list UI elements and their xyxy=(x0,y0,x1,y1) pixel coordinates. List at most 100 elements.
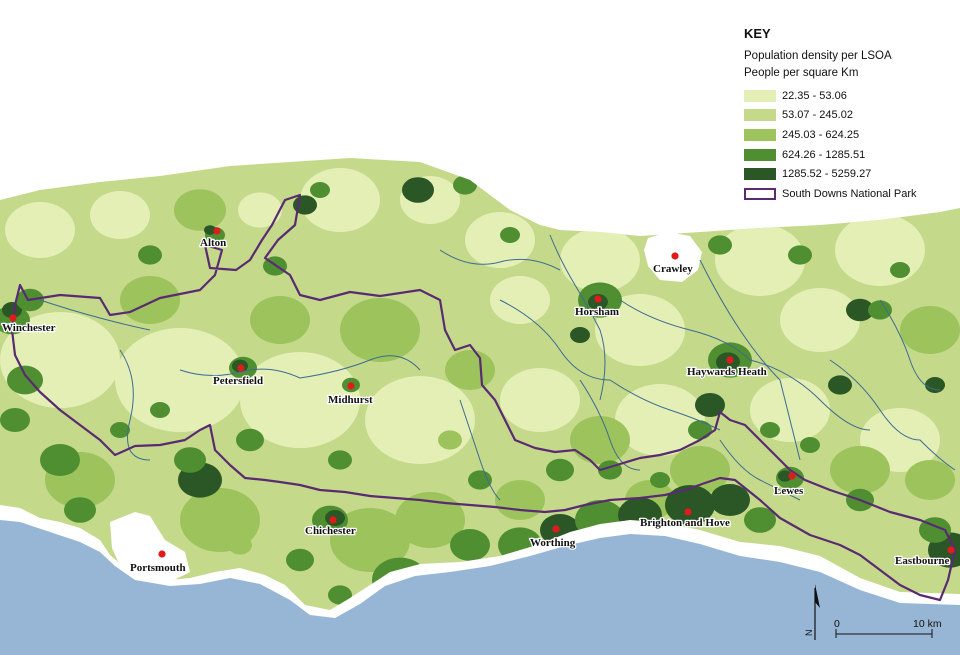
density-patch xyxy=(570,327,590,343)
town-marker xyxy=(726,356,734,364)
density-patch xyxy=(120,276,180,324)
density-patch xyxy=(310,182,330,198)
density-patch xyxy=(5,202,75,258)
density-patch xyxy=(286,548,314,572)
density-patch xyxy=(236,428,264,452)
legend-class-label: 624.26 - 1285.51 xyxy=(782,148,866,161)
density-patch xyxy=(890,262,910,278)
density-patch xyxy=(546,458,574,482)
density-patch xyxy=(250,296,310,344)
legend-swatch xyxy=(744,128,776,141)
town-label: Lewes xyxy=(774,485,804,497)
town-label: Petersfield xyxy=(213,375,263,387)
town-label: Brighton and Hove xyxy=(640,517,730,529)
legend-class-label: 53.07 - 245.02 xyxy=(782,109,853,122)
town-marker xyxy=(347,382,355,390)
town-label: Midhurst xyxy=(328,394,373,406)
density-patch xyxy=(800,437,820,453)
town-label: Alton xyxy=(200,237,226,249)
legend-title: KEY xyxy=(744,26,771,41)
density-patch xyxy=(138,245,162,265)
density-patch xyxy=(468,470,492,490)
density-patch xyxy=(900,306,960,354)
town-label: Eastbourne xyxy=(895,555,950,567)
density-patch xyxy=(500,368,580,432)
density-patch xyxy=(925,377,945,393)
density-patch xyxy=(445,350,495,390)
legend-swatch xyxy=(744,89,776,102)
town-marker xyxy=(947,546,955,554)
density-patch xyxy=(238,192,282,228)
density-patch xyxy=(708,235,732,255)
legend-subtitle-2: People per square Km xyxy=(744,67,859,79)
legend-class-label: 245.03 - 624.25 xyxy=(782,128,860,141)
density-patch xyxy=(830,446,890,494)
legend-subtitle-1: Population density per LSOA xyxy=(744,50,892,62)
legend-swatch xyxy=(744,168,776,181)
town-marker xyxy=(158,550,166,558)
town-label: Worthing xyxy=(530,537,576,549)
scale-end-label: 10 km xyxy=(913,618,942,630)
density-patch xyxy=(0,408,30,432)
legend-swatch xyxy=(744,148,776,161)
density-patch xyxy=(835,214,925,286)
town-label: Haywards Heath xyxy=(687,366,767,378)
density-patch xyxy=(64,497,96,523)
town-label: Winchester xyxy=(2,322,56,334)
density-patch xyxy=(760,422,780,438)
density-patch xyxy=(688,420,712,440)
density-patch xyxy=(710,484,750,516)
legend-class-label: 1285.52 - 5259.27 xyxy=(782,168,872,181)
legend-class-row: 245.03 - 624.25 xyxy=(744,125,956,145)
density-patch xyxy=(110,422,130,438)
town-marker xyxy=(237,364,245,372)
boundary-swatch xyxy=(744,187,776,200)
legend-swatch xyxy=(744,109,776,122)
density-patch xyxy=(90,191,150,239)
density-patch xyxy=(650,472,670,488)
town-label: Horsham xyxy=(575,306,619,318)
town-label: Portsmouth xyxy=(130,562,186,574)
land xyxy=(0,158,960,610)
density-patch xyxy=(340,298,420,362)
north-label: N xyxy=(804,630,814,637)
density-patch xyxy=(788,245,812,265)
town-marker xyxy=(671,252,679,260)
legend-class-row: 22.35 - 53.06 xyxy=(744,86,956,106)
legend-class-row: 1285.52 - 5259.27 xyxy=(744,164,956,184)
town-marker xyxy=(684,508,692,516)
legend-boundary-label: South Downs National Park xyxy=(782,187,917,200)
town-marker xyxy=(552,525,560,533)
town-marker xyxy=(9,314,17,322)
density-patch xyxy=(174,447,206,473)
legend-classes: 22.35 - 53.06 53.07 - 245.02 245.03 - 624.… xyxy=(744,86,956,184)
density-patch xyxy=(500,227,520,243)
density-patch xyxy=(328,450,352,470)
density-patch xyxy=(560,228,640,292)
density-patch xyxy=(450,529,490,561)
map-legend: KEY Population density per LSOA People p… xyxy=(744,26,956,204)
legend-class-row: 624.26 - 1285.51 xyxy=(744,145,956,165)
density-patch xyxy=(40,444,80,476)
town-marker xyxy=(329,516,337,524)
density-patch xyxy=(402,177,434,203)
density-patch xyxy=(495,480,545,520)
density-patch xyxy=(150,402,170,418)
town-label: Chichester xyxy=(305,525,356,537)
density-patch xyxy=(828,375,852,395)
legend-class-label: 22.35 - 53.06 xyxy=(782,89,847,102)
town-marker xyxy=(594,295,602,303)
density-patch xyxy=(868,300,892,320)
density-patch xyxy=(365,376,475,464)
density-patch xyxy=(174,189,226,231)
legend-class-row: 53.07 - 245.02 xyxy=(744,106,956,126)
density-patch xyxy=(438,430,462,450)
density-patch xyxy=(228,535,252,555)
density-patch xyxy=(490,276,550,324)
density-patch xyxy=(780,288,860,352)
density-patch xyxy=(570,416,630,464)
town-marker xyxy=(213,227,221,235)
scale-start-label: 0 xyxy=(834,618,840,630)
legend-boundary-row: South Downs National Park xyxy=(744,184,956,204)
town-label: Crawley xyxy=(653,263,693,275)
